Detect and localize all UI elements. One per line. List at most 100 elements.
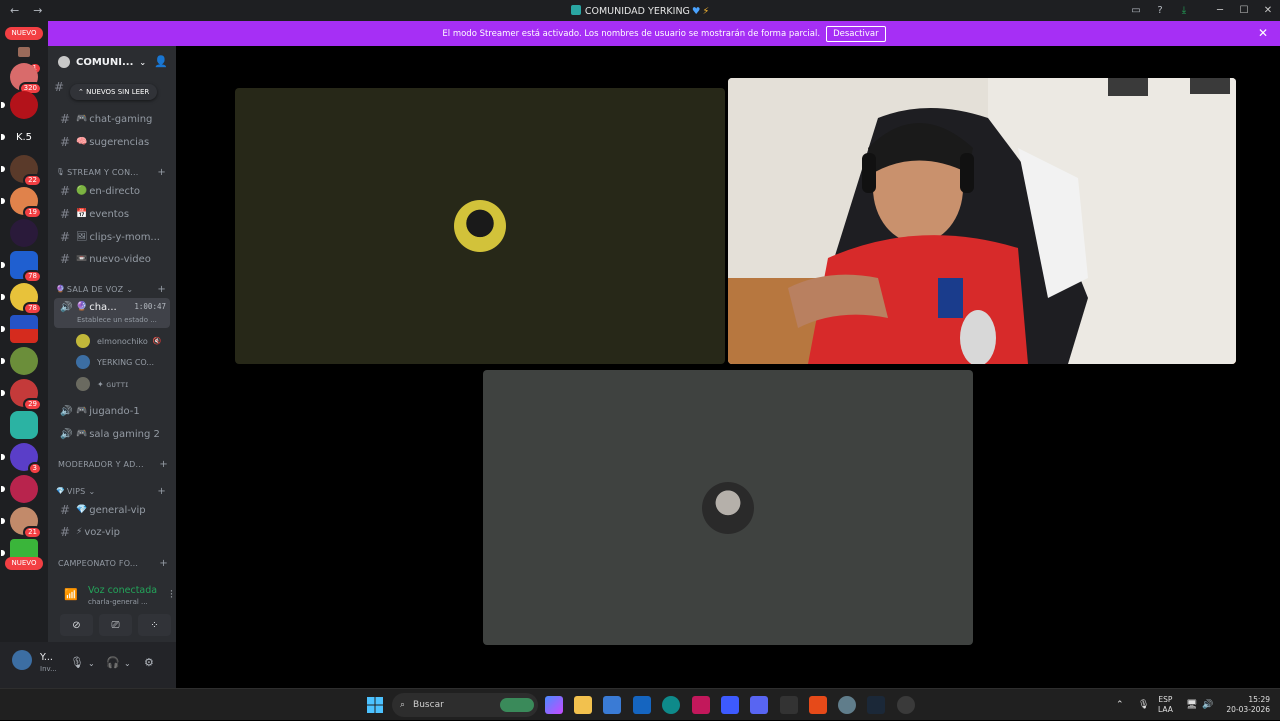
server-item[interactable]: 19 [1, 187, 42, 219]
edge-icon[interactable] [662, 696, 680, 714]
windows-start-icon[interactable] [367, 697, 383, 713]
server-item[interactable]: 21 [1, 507, 42, 539]
server-item[interactable]: 78 [1, 283, 42, 315]
channel-status[interactable]: Establece un estado ... [77, 316, 157, 324]
participant-tile[interactable] [483, 370, 973, 645]
close-button[interactable]: ✕ [1256, 5, 1280, 16]
category-campeonato[interactable]: CAMPEONATO FO... + [58, 556, 172, 570]
server-item[interactable]: 22 [1, 155, 42, 187]
chevron-up-icon[interactable]: ⌃ [1116, 689, 1124, 721]
app-icon[interactable] [721, 696, 739, 714]
channel-sala-gaming-2[interactable]: 🔊 🎮 sala gaming 2 [54, 424, 170, 444]
deactivate-button[interactable]: Desactivar [826, 25, 886, 42]
title-bar: ← → COMUNIDAD YERKING ♥ ⚡ ▭ ? ⤓ ─ ☐ ✕ [0, 0, 1280, 21]
server-item[interactable] [10, 219, 38, 247]
copilot-icon[interactable] [545, 696, 563, 714]
maximize-button[interactable]: ☐ [1232, 5, 1256, 16]
banner-close-icon[interactable]: ✕ [1258, 26, 1268, 40]
server-item[interactable]: 78 [1, 251, 42, 283]
obs-icon[interactable] [897, 696, 915, 714]
server-item[interactable] [1, 315, 38, 343]
discord-icon[interactable] [750, 696, 768, 714]
settings-icon[interactable]: ⚙ [144, 656, 154, 669]
server-item[interactable] [1, 475, 38, 503]
calendar-icon: 📅 [76, 209, 88, 219]
file-explorer-icon[interactable] [574, 696, 592, 714]
brave-icon[interactable] [809, 696, 827, 714]
new-badge-bottom[interactable]: NUEVO [5, 557, 43, 570]
camera-off-button[interactable]: ⊘ [60, 614, 93, 636]
voice-user[interactable]: ✦ ɢᴜᴛᴛɪ [76, 375, 128, 393]
guild-header[interactable]: COMUNI... ⌄ 👤 [48, 46, 176, 78]
language-indicator[interactable]: ESP LAA [1158, 695, 1173, 715]
chevron-down-icon[interactable]: ⌄ [88, 659, 95, 668]
download-icon[interactable]: ⤓ [1172, 5, 1196, 16]
camera-tile[interactable] [728, 78, 1236, 364]
unread-pill[interactable]: ⌃ NUEVOS SIN LEER [70, 84, 158, 100]
microphone-icon[interactable]: 🎙 [70, 656, 84, 669]
chevron-down-icon[interactable]: ⌄ [124, 659, 131, 668]
channel-jugando-1[interactable]: 🔊 🎮 jugando-1 [54, 401, 170, 421]
minimize-button[interactable]: ─ [1208, 5, 1232, 16]
activities-button[interactable]: ⁘ [138, 614, 171, 636]
category-moderador[interactable]: MODERADOR Y AD... + [58, 457, 172, 471]
video-icon: 📼 [76, 254, 88, 264]
adobe-icon[interactable] [692, 696, 710, 714]
server-item[interactable]: 29 [1, 379, 42, 411]
plus-icon[interactable]: + [157, 486, 166, 497]
server-item[interactable]: 3 [1, 443, 42, 475]
voice-connected-label[interactable]: Voz conectada [88, 585, 157, 596]
channel-chat-gaming[interactable]: # 🎮 chat-gaming [54, 109, 170, 129]
mic-icon: 🎙 [56, 168, 66, 176]
help-icon[interactable]: ? [1148, 5, 1172, 16]
steam-icon[interactable] [867, 696, 885, 714]
clock[interactable]: 15:29 20-03-2026 [1222, 695, 1270, 715]
inbox-icon[interactable]: ▭ [1124, 5, 1148, 16]
server-item[interactable] [1, 91, 38, 119]
search-highlight-icon [500, 698, 534, 712]
server-item[interactable] [10, 411, 38, 439]
new-badge-top[interactable]: NUEVO [5, 27, 43, 40]
heart-icon: ♥ [691, 5, 701, 17]
channel-nuevo-video[interactable]: # 📼 nuevo-video [54, 249, 170, 269]
hash-icon: # [60, 207, 71, 221]
discord-window: ← → COMUNIDAD YERKING ♥ ⚡ ▭ ? ⤓ ─ ☐ ✕ El m… [0, 0, 1280, 720]
voice-user[interactable]: YERKING CO... [76, 353, 154, 371]
server-item[interactable]: 320 [10, 63, 42, 95]
voice-user[interactable]: elmonochiko 🔇 [76, 332, 161, 350]
category-voz[interactable]: 🔮 SALA DE VOZ ⌄ + [56, 282, 170, 296]
user-name[interactable]: Y... [40, 652, 53, 663]
signal-icon[interactable]: 📶 [64, 588, 78, 601]
plus-icon[interactable]: + [157, 167, 166, 178]
category-vips[interactable]: 💎 VIPS ⌄ + [56, 484, 170, 498]
channel-en-directo[interactable]: # 🟢 en-directo [54, 181, 170, 201]
category-stream[interactable]: 🎙 STREAM Y CON... + [56, 165, 170, 179]
voice-channel-link[interactable]: charla-general ... [88, 598, 148, 606]
store-icon[interactable] [603, 696, 621, 714]
channel-clips[interactable]: # 🖼 clips-y-mom... [54, 227, 170, 247]
settings-app-icon[interactable] [838, 696, 856, 714]
channel-general-vip[interactable]: # 💎 general-vip [54, 500, 170, 520]
channel-eventos[interactable]: # 📅 eventos [54, 204, 170, 224]
back-icon[interactable]: ← [10, 4, 19, 17]
microphone-tray-icon[interactable]: 🎙 [1138, 689, 1149, 721]
channel-voz-vip[interactable]: # ⚡ voz-vip [54, 522, 170, 542]
volume-icon[interactable]: 🔊 [1202, 689, 1213, 721]
noise-suppression-icon[interactable]: ⫶ [170, 588, 173, 602]
plus-icon[interactable]: + [159, 459, 168, 470]
plus-icon[interactable]: + [159, 558, 168, 569]
add-member-icon[interactable]: 👤 [154, 55, 168, 68]
share-screen-button[interactable]: ⎚ [99, 614, 132, 636]
server-item-k5[interactable]: K.5 [1, 123, 38, 151]
epic-games-icon[interactable] [780, 696, 798, 714]
channel-sugerencias[interactable]: # 🧠 sugerencias [54, 132, 170, 152]
network-icon[interactable]: 🖥 [1186, 689, 1197, 721]
taskbar-search[interactable]: ⌕ Buscar [392, 693, 538, 717]
headphones-icon[interactable]: 🎧 [106, 656, 120, 669]
user-avatar[interactable] [12, 650, 32, 670]
plus-icon[interactable]: + [157, 284, 166, 295]
forward-icon[interactable]: → [33, 4, 42, 17]
server-item[interactable] [1, 347, 38, 375]
outlook-icon[interactable] [633, 696, 651, 714]
participant-tile[interactable] [235, 88, 725, 364]
